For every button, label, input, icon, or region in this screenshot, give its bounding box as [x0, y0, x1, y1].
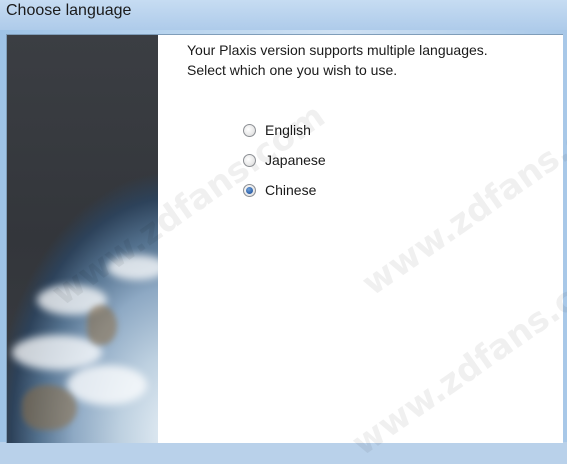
watermark: www.zdfans.com: [344, 245, 567, 464]
radio-japanese[interactable]: Japanese: [243, 145, 326, 175]
watermark: www.zdfans.com: [354, 85, 567, 305]
dialog-window: Choose language Your Plaxis version supp…: [0, 0, 567, 464]
message-line-1: Your Plaxis version supports multiple la…: [187, 42, 488, 58]
dialog-body: Your Plaxis version supports multiple la…: [6, 34, 567, 464]
window-title: Choose language: [6, 2, 132, 19]
message-line-2: Select which one you wish to use.: [187, 62, 398, 78]
title-bar[interactable]: Choose language: [0, 0, 567, 30]
radio-button-icon[interactable]: [243, 153, 256, 167]
radio-chinese[interactable]: Chinese: [243, 175, 326, 205]
earth-banner-image: [7, 35, 158, 443]
radio-english[interactable]: English: [243, 115, 326, 145]
language-options: English Japanese Chinese: [243, 115, 326, 205]
radio-button-icon[interactable]: [243, 123, 256, 137]
radio-label-chinese[interactable]: Chinese: [265, 182, 316, 198]
radio-label-english[interactable]: English: [265, 122, 311, 138]
radio-label-japanese[interactable]: Japanese: [265, 152, 326, 168]
instruction-text: Your Plaxis version supports multiple la…: [187, 40, 488, 80]
radio-button-checked-icon[interactable]: [243, 183, 256, 197]
